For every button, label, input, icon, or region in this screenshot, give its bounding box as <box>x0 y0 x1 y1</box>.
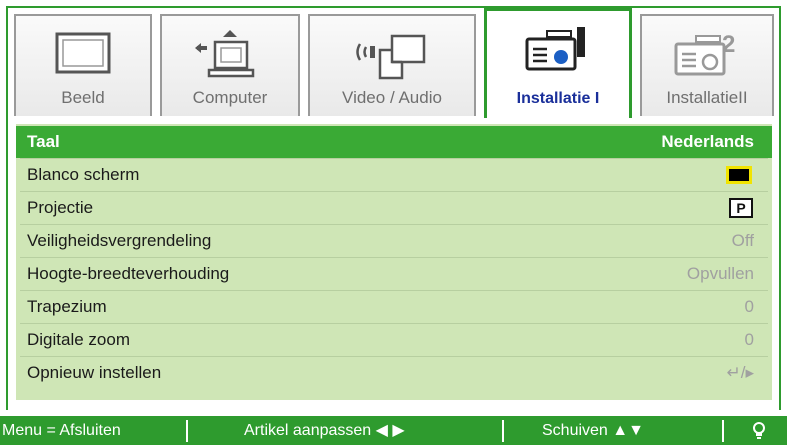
tab-beeld[interactable]: Beeld <box>14 14 152 116</box>
menu-item-label: Blanco scherm <box>27 165 140 184</box>
monitor-icon <box>55 32 111 74</box>
blank-screen-icon <box>726 166 752 184</box>
menu-item-blanco-scherm[interactable]: Blanco scherm <box>16 159 772 191</box>
menu-item-hoogte-breedteverhouding[interactable]: Hoogte-breedteverhouding Opvullen <box>16 258 772 290</box>
menu-item-digitale-zoom[interactable]: Digitale zoom 0 <box>16 324 772 356</box>
projector-1-icon <box>525 27 585 71</box>
tab-label: Installatie I <box>516 90 600 107</box>
footer-adjust-hint: Artikel aanpassen ◀ ▶ <box>244 422 405 439</box>
menu-item-value: Opvullen <box>686 264 754 283</box>
menu-item-label: Trapezium <box>27 297 107 316</box>
menu-item-value: 0 <box>744 330 754 349</box>
settings-menu: Taal Nederlands Blanco scherm Projectie … <box>16 124 772 400</box>
tab-installatie-1[interactable]: Installatie I <box>484 8 632 118</box>
tab-label: Beeld <box>61 88 105 107</box>
tab-label: InstallatieII <box>666 88 748 107</box>
menu-item-taal[interactable]: Taal Nederlands <box>16 126 772 158</box>
tab-label: Video / Audio <box>342 88 442 107</box>
lightbulb-icon <box>753 422 765 439</box>
projection-icon: P <box>729 198 753 218</box>
enter-icon: ↵/▸ <box>726 363 754 382</box>
footer-bar: Menu = Afsluiten Artikel aanpassen ◀ ▶ S… <box>0 416 787 445</box>
footer-divider <box>186 420 188 442</box>
menu-item-label: Opnieuw instellen <box>27 363 162 382</box>
osd-menu: Beeld Computer Video / Audio Installatie… <box>0 0 787 445</box>
projector-2-icon: 2 <box>674 31 735 76</box>
menu-item-label: Taal <box>27 132 60 151</box>
tab-label: Computer <box>192 88 268 107</box>
tab-computer[interactable]: Computer <box>160 14 300 116</box>
frame-right-border <box>779 6 781 410</box>
menu-item-veiligheidsvergrendeling[interactable]: Veiligheidsvergrendeling Off <box>16 225 772 257</box>
menu-item-value: 0 <box>744 297 754 316</box>
frame-left-border <box>6 6 8 410</box>
menu-item-label: Projectie <box>27 198 94 217</box>
computer-icon <box>195 30 255 78</box>
footer-scroll-hint: Schuiven ▲▼ <box>542 422 644 439</box>
footer-divider <box>502 420 504 442</box>
menu-item-label: Veiligheidsvergrendeling <box>27 231 212 250</box>
menu-item-opnieuw-instellen[interactable]: Opnieuw instellen ↵/▸ <box>16 357 772 389</box>
tab-bar: Beeld Computer Video / Audio Installatie… <box>14 8 774 118</box>
footer-exit-hint: Menu = Afsluiten <box>2 422 121 439</box>
menu-item-projectie[interactable]: Projectie P <box>16 192 772 224</box>
tab-video-audio[interactable]: Video / Audio <box>308 14 476 116</box>
svg-text:2: 2 <box>722 31 735 58</box>
menu-item-trapezium[interactable]: Trapezium 0 <box>16 291 772 323</box>
menu-item-value: Off <box>731 231 754 250</box>
tab-installatie-2[interactable]: 2 InstallatieII <box>640 14 774 116</box>
footer-divider <box>722 420 724 442</box>
menu-item-label: Digitale zoom <box>27 330 130 349</box>
menu-item-value: Nederlands <box>661 132 754 151</box>
frame-top-border <box>6 6 781 8</box>
video-audio-icon <box>356 34 426 80</box>
menu-item-label: Hoogte-breedteverhouding <box>27 264 230 283</box>
